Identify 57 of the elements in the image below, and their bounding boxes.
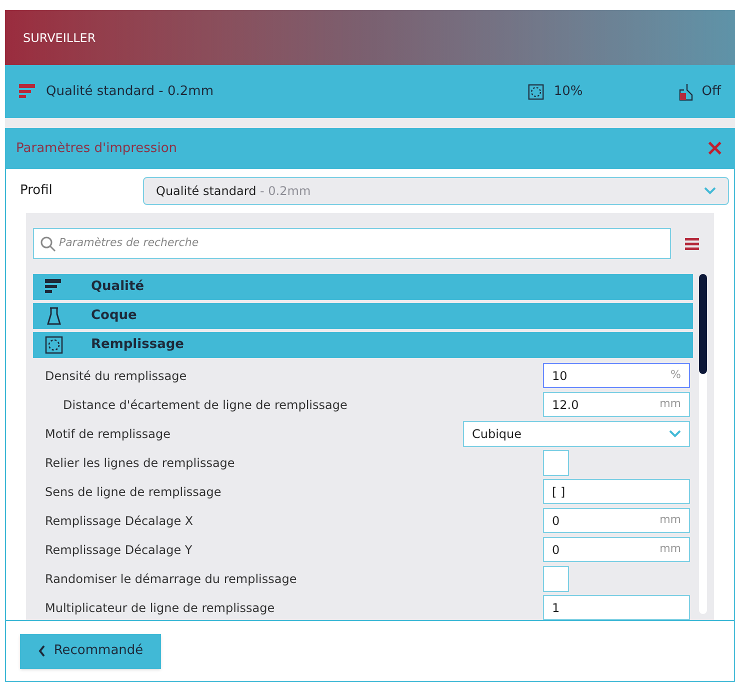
scrollbar[interactable]: [699, 274, 707, 614]
unit-label: mm: [660, 541, 681, 558]
number-field[interactable]: 0 mm: [543, 537, 690, 562]
profile-summary: Qualité standard - 0.2mm: [46, 82, 214, 101]
unit-label: mm: [660, 512, 681, 528]
number-field[interactable]: 10 %: [543, 363, 690, 388]
summary-bar[interactable]: Qualité standard - 0.2mm 10% Off: [5, 65, 735, 118]
search-icon: [40, 236, 56, 252]
number-field[interactable]: [ ]: [543, 479, 690, 504]
category-header[interactable]: Remplissage: [33, 332, 693, 358]
pattern-dropdown[interactable]: Cubique: [463, 420, 690, 446]
setting-label: Distance d'écartement de ligne de remplissage: [62, 396, 348, 414]
number-field[interactable]: 0 mm: [543, 508, 690, 533]
chevron-icon: [704, 187, 716, 195]
header-title: SURVEILLER: [23, 30, 96, 46]
number-field[interactable]: 12.0 mm: [543, 392, 690, 417]
setting-label: Remplissage Décalage Y: [44, 542, 192, 558]
back-chevron-icon: [38, 645, 46, 657]
dropdown-value: Cubique: [472, 426, 522, 442]
layers-icon: [19, 84, 37, 100]
layers-icon: [45, 279, 63, 295]
recommended-button[interactable]: Recommandé: [20, 634, 161, 668]
setting-label: Motif de remplissage: [44, 426, 170, 442]
setting-label: Randomiser le démarrage du remplissage: [44, 570, 297, 588]
checkbox[interactable]: [543, 566, 569, 592]
category-header[interactable]: Coque: [33, 303, 693, 329]
unit-label: %: [670, 367, 681, 384]
support-icon: [678, 82, 694, 100]
field-value: [ ]: [552, 484, 566, 500]
field-value: 12.0: [552, 396, 579, 414]
field-value: 10: [552, 368, 568, 384]
setting-label: Sens de ligne de remplissage: [44, 484, 222, 500]
search-input[interactable]: Paramètres de recherche: [59, 235, 664, 252]
chevron-icon: [669, 430, 681, 438]
flask-icon: [45, 307, 63, 325]
setting-label: Multiplicateur de ligne de remplissage: [44, 600, 275, 616]
field-value: 1: [552, 600, 560, 616]
category-header[interactable]: Qualité: [33, 274, 693, 300]
search-field[interactable]: Paramètres de recherche: [33, 228, 671, 259]
infill-icon: [528, 84, 544, 100]
unit-label: mm: [660, 396, 681, 412]
checkbox[interactable]: [543, 450, 569, 476]
number-field[interactable]: 1: [543, 595, 690, 620]
scrollbar-thumb[interactable]: [699, 274, 707, 374]
profile-dropdown[interactable]: Qualité standard - 0.2mm: [143, 177, 729, 205]
setting-label: Remplissage Décalage X: [44, 512, 194, 530]
profile-label: Profil: [20, 182, 54, 200]
field-value: 0: [552, 512, 560, 530]
profile-value: Qualité standard - 0.2mm: [156, 183, 311, 200]
panel-title: Paramètres d'impression: [16, 140, 178, 158]
support-summary: Off: [702, 82, 721, 101]
field-value: 0: [552, 542, 560, 558]
setting-label: Densité du remplissage: [44, 368, 187, 384]
infill-summary: 10%: [554, 82, 583, 101]
menu-icon[interactable]: [685, 238, 699, 250]
infill-icon: [45, 336, 63, 354]
setting-label: Relier les lignes de remplissage: [44, 454, 235, 472]
